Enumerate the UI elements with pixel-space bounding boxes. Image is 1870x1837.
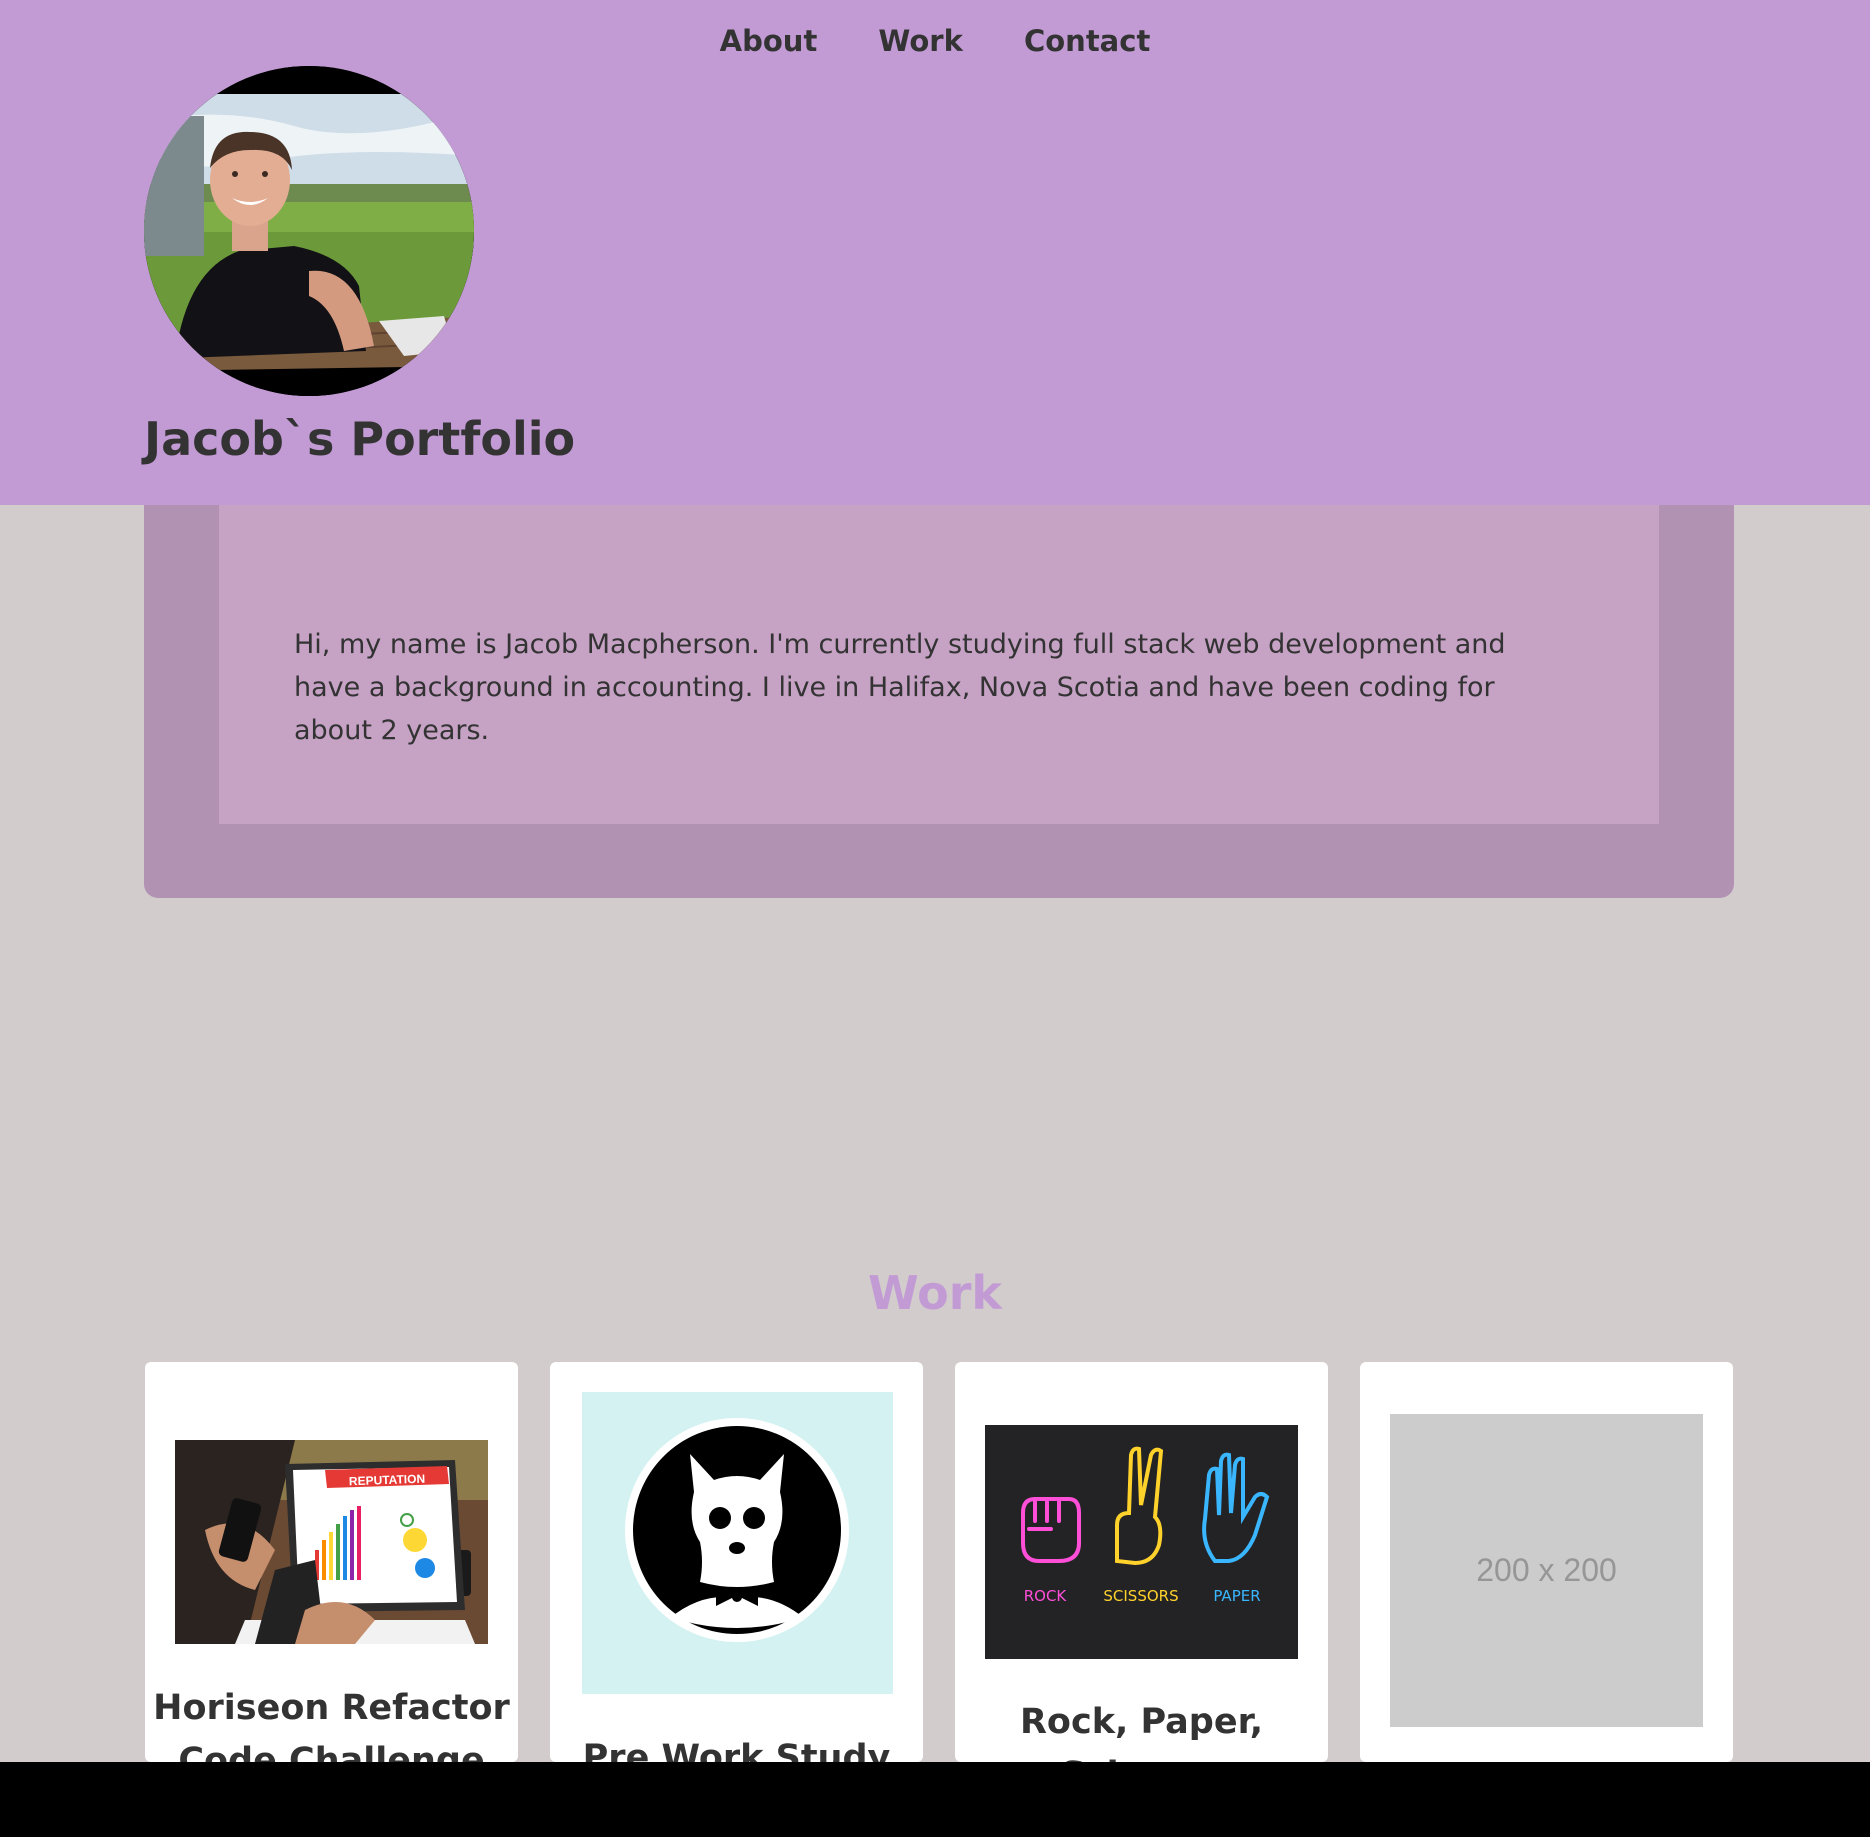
project-card-rps[interactable]: ROCK SCISSORS PAPER Rock, Paper, Scissor… <box>955 1362 1328 1762</box>
work-heading: Work <box>868 1266 1002 1320</box>
project-title-rps: Rock, Paper, Scissors <box>1019 1702 1264 1762</box>
nav-about-link[interactable]: About <box>720 24 818 58</box>
site-header: About Work Contact Jacob`s Portfolio <box>0 0 1870 505</box>
profile-avatar <box>144 66 474 396</box>
main-nav: About Work Contact <box>0 24 1870 58</box>
nav-contact-link[interactable]: Contact <box>1024 24 1150 58</box>
about-panel: Hi, my name is Jacob Macpherson. I'm cur… <box>219 505 1659 824</box>
reputation-text: REPUTATION <box>349 1472 426 1489</box>
profile-photo <box>144 66 474 396</box>
project-title-horiseon: Horiseon Refactor Code Challenge <box>153 1688 510 1762</box>
about-text: Hi, my name is Jacob Macpherson. I'm cur… <box>294 629 1506 746</box>
project-title-prework: Pre Work Study Guide <box>582 1738 891 1762</box>
project-card-prework[interactable]: Pre Work Study Guide <box>550 1362 923 1762</box>
scissors-label: SCISSORS <box>1103 1587 1178 1605</box>
project-image-horiseon: REPUTATION <box>175 1440 488 1644</box>
bottom-bar <box>0 1762 1870 1837</box>
nav-work-link[interactable]: Work <box>878 24 962 58</box>
project-card-horiseon[interactable]: REPUTATION Horiseon Refactor Code Challe… <box>145 1362 518 1762</box>
about-section: Hi, my name is Jacob Macpherson. I'm cur… <box>144 505 1734 898</box>
site-title: Jacob`s Portfolio <box>144 412 576 466</box>
rock-label: ROCK <box>1024 1587 1068 1605</box>
project-image-rps: ROCK SCISSORS PAPER <box>985 1425 1298 1659</box>
paper-label: PAPER <box>1213 1587 1260 1605</box>
project-image-prework <box>582 1392 893 1694</box>
placeholder-image: 200 x 200 <box>1390 1414 1703 1727</box>
project-card-placeholder[interactable]: 200 x 200 <box>1360 1362 1733 1762</box>
